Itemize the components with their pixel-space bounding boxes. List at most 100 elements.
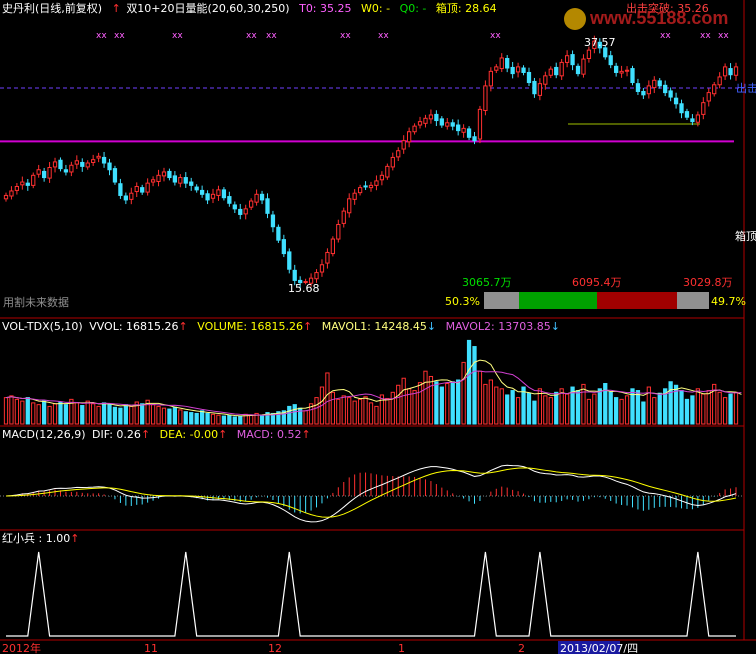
- volume-value: VOLUME: 16815.26: [197, 320, 304, 333]
- candle-body: [445, 122, 450, 127]
- volume-bar: [526, 392, 532, 425]
- candle-body: [134, 186, 139, 193]
- volume-bar: [74, 402, 79, 425]
- volume-bar: [347, 397, 352, 425]
- candle-body: [483, 85, 488, 111]
- volume-bar: [396, 384, 401, 425]
- candle-body: [270, 214, 276, 228]
- indicator-name[interactable]: 双10+20日量能(20,60,30,250): [126, 2, 289, 15]
- candle-body: [466, 128, 472, 138]
- volume-bar: [80, 405, 85, 425]
- volume-bar: [3, 397, 9, 425]
- watermark-text: www.55188.com: [590, 7, 729, 28]
- volume-bar: [129, 405, 134, 425]
- q0-value: Q0: -: [399, 2, 427, 15]
- volume-bar: [357, 398, 363, 425]
- stock-title[interactable]: 史丹利(日线,前复权): [2, 2, 102, 15]
- candle-body: [461, 127, 466, 133]
- candle-body: [635, 83, 641, 92]
- volume-bar: [445, 383, 450, 425]
- flow-bar-grey-left: [484, 292, 519, 309]
- candle-body: [526, 71, 532, 84]
- candle-body: [145, 182, 150, 193]
- candle-body: [728, 68, 733, 76]
- axis-label-3: 1: [398, 642, 405, 654]
- candle-body: [347, 198, 352, 214]
- axis-label-1: 11: [144, 642, 158, 654]
- candle-body: [521, 67, 526, 73]
- volume-bar: [20, 400, 25, 425]
- dif-value: DIF: 0.26: [92, 428, 141, 441]
- arrow-up-icon: ↑: [111, 2, 121, 15]
- volume-bar: [58, 401, 63, 425]
- candle-body: [603, 47, 608, 58]
- arrow-down-icon: ↓: [550, 320, 560, 333]
- volume-bar: [314, 397, 319, 425]
- axis-label-5: 2013/02/07/四: [560, 642, 638, 654]
- candle-body: [123, 195, 128, 201]
- top-marker-x: xx: [246, 31, 257, 41]
- macd-name[interactable]: MACD(12,26,9): [2, 428, 86, 441]
- w0-value: W0: -: [361, 2, 391, 15]
- volume-bar: [581, 383, 586, 425]
- candle-body: [733, 66, 739, 76]
- volume-bar: [657, 392, 662, 425]
- volume-bar: [401, 377, 406, 425]
- axis-label-4: 2: [518, 642, 525, 654]
- volume-bar: [472, 346, 477, 425]
- candle-body: [374, 180, 379, 186]
- candle-body: [641, 90, 646, 96]
- volume-bar: [36, 404, 41, 425]
- volume-bar: [428, 375, 434, 425]
- candle-body: [581, 58, 586, 75]
- candle-body: [385, 165, 390, 178]
- top-marker-x: xx: [660, 31, 671, 41]
- volume-bar: [325, 372, 330, 425]
- flow-value-2: 6095.4万: [572, 276, 622, 289]
- candle-body: [564, 55, 570, 63]
- vol-name[interactable]: VOL-TDX(5,10): [2, 320, 83, 333]
- candle-body: [238, 208, 243, 215]
- candle-body: [150, 179, 156, 183]
- volume-bar: [172, 406, 178, 425]
- red-soldier-line: [6, 551, 736, 637]
- candle-body: [586, 49, 592, 60]
- volume-bar: [112, 406, 118, 425]
- candle-body: [227, 196, 232, 204]
- candle-body: [341, 210, 346, 224]
- volume-bar: [368, 402, 374, 425]
- volume-bar: [521, 386, 526, 425]
- arrow-down-icon: ↓: [426, 320, 437, 333]
- top-marker-x: xx: [266, 31, 277, 41]
- candle-body: [330, 238, 336, 255]
- volume-bar: [9, 395, 14, 425]
- volume-bar: [292, 404, 297, 425]
- flow-pct-left: 50.3%: [445, 295, 480, 308]
- watermark-logo-icon: [564, 8, 586, 30]
- candle-body: [47, 167, 52, 179]
- candle-body: [619, 70, 624, 74]
- volume-bar: [722, 397, 728, 425]
- candle-body: [494, 66, 499, 71]
- volume-bar: [515, 397, 521, 425]
- volume-bar: [543, 395, 548, 425]
- t0-value: T0: 35.25: [299, 2, 352, 15]
- volume-bar: [559, 388, 564, 425]
- candle-body: [85, 162, 90, 168]
- candle-body: [390, 156, 395, 168]
- volume-bar: [494, 386, 499, 425]
- volume-bar: [42, 400, 47, 425]
- volume-bar: [232, 416, 237, 425]
- volume-bar: [298, 407, 303, 425]
- candles-group: [3, 35, 739, 289]
- red-soldier-name[interactable]: 红小兵: [2, 532, 35, 545]
- volume-bar: [597, 388, 602, 425]
- dea-value: DEA: -0.00: [159, 428, 219, 441]
- candle-body: [69, 164, 74, 173]
- top-marker-x: xx: [718, 31, 729, 41]
- volume-bar: [379, 394, 385, 425]
- volume-bar: [466, 339, 472, 425]
- candle-body: [31, 174, 36, 186]
- candle-body: [107, 162, 112, 171]
- candle-body: [630, 68, 635, 84]
